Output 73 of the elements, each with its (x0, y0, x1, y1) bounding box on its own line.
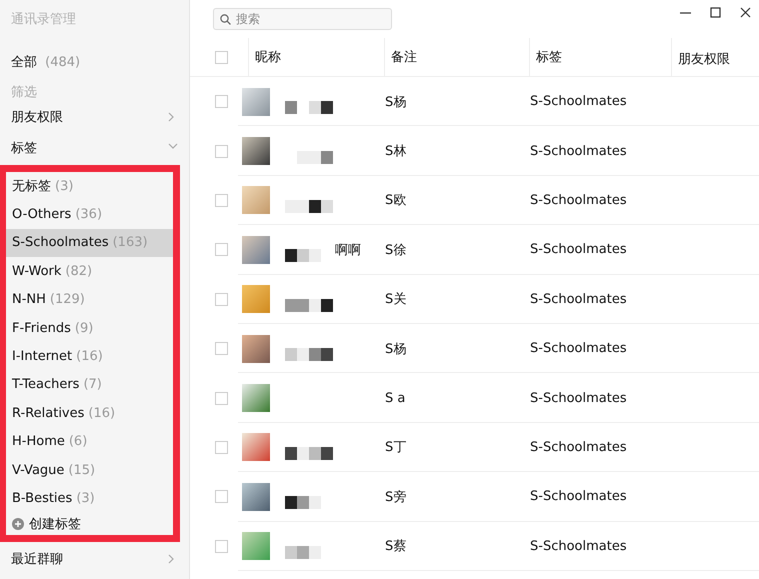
tag-text: S-Schoolmates (530, 192, 627, 208)
tag-text: S-Schoolmates (530, 489, 627, 504)
row-checkbox[interactable] (215, 540, 228, 553)
tag-text: S-Schoolmates (530, 144, 627, 159)
avatar-photo-placeholder (242, 186, 270, 214)
tag-item[interactable]: W-Work (82) (6, 257, 173, 286)
tag-item[interactable]: S-Schoolmates (163) (6, 228, 173, 258)
column-header[interactable]: 备注 (391, 48, 417, 66)
plus-circle-icon[interactable] (12, 518, 24, 530)
row-checkbox[interactable] (215, 144, 228, 158)
window-title: 通讯录管理 (10, 11, 77, 29)
row-checkbox[interactable] (215, 243, 228, 256)
remark-text: S丁 (385, 439, 406, 456)
remark-text: S杨 (385, 340, 406, 358)
avatar-photo-placeholder (242, 137, 270, 166)
remark-text: S蔡 (385, 538, 406, 556)
row-checkbox[interactable] (215, 440, 228, 454)
row-checkbox[interactable] (215, 342, 228, 356)
avatar-photo-placeholder (242, 384, 270, 412)
column-header[interactable]: 朋友权限 (678, 50, 730, 68)
tag-item[interactable]: F-Friends (9) (6, 314, 173, 342)
tag-item[interactable]: I-Internet (16) (6, 342, 173, 371)
row-checkbox[interactable] (215, 95, 228, 108)
remark-text: S徐 (385, 242, 406, 259)
search-field[interactable]: 搜索 (213, 8, 392, 30)
avatar-photo-placeholder (242, 88, 270, 116)
avatar-photo-placeholder (242, 482, 270, 511)
nickname-text: 啊啊 (335, 242, 361, 259)
search-icon (220, 14, 231, 24)
select-all-checkbox[interactable] (215, 50, 228, 64)
tag-item[interactable]: H-Home (6) (6, 428, 173, 456)
mosaic-blur (285, 348, 333, 362)
column-header[interactable]: 标签 (536, 48, 562, 66)
tag-text: S-Schoolmates (530, 440, 627, 455)
tag-item[interactable]: V-Vague (15) (6, 456, 173, 484)
row-checkbox[interactable] (215, 392, 228, 405)
tag-item[interactable]: T-Teachers (7) (6, 370, 173, 400)
remark-text: S a (385, 390, 406, 406)
section-label[interactable]: 标签 (11, 138, 37, 156)
avatar-photo-placeholder (242, 334, 270, 363)
tag-item[interactable]: O-Others (36) (6, 200, 173, 229)
mosaic-blur (285, 298, 333, 312)
avatar-photo-placeholder (242, 532, 270, 560)
avatar-photo-placeholder (242, 285, 270, 314)
avatar-photo-placeholder (242, 433, 270, 462)
tag-text: S-Schoolmates (530, 341, 627, 356)
row-checkbox[interactable] (215, 490, 228, 504)
mosaic-blur (285, 101, 333, 114)
tag-item[interactable]: 无标签 (3) (6, 172, 173, 200)
remark-text: S欧 (385, 192, 406, 210)
tag-item[interactable]: N-NH (129) (6, 286, 173, 314)
mosaic-blur (285, 446, 333, 460)
tag-item[interactable]: B-Besties (3) (6, 484, 173, 513)
tag-text: S-Schoolmates (530, 538, 627, 554)
remark-text: S旁 (385, 488, 406, 506)
remark-text: S关 (385, 291, 406, 308)
remark-text: S杨 (385, 94, 406, 111)
tag-text: S-Schoolmates (530, 390, 627, 406)
create-tag-link[interactable]: 创建标签 (29, 514, 81, 533)
column-header[interactable]: 昵称 (255, 48, 281, 66)
tag-text: S-Schoolmates (530, 292, 627, 307)
avatar-photo-placeholder (242, 236, 270, 264)
row-checkbox[interactable] (215, 194, 228, 207)
remark-text: S林 (385, 143, 406, 160)
filter-heading: 筛选 (10, 84, 38, 101)
section-label[interactable]: 最近群聊 (11, 550, 63, 568)
mosaic-blur (285, 200, 333, 213)
tag-text: S-Schoolmates (530, 242, 627, 258)
section-label[interactable]: 朋友权限 (11, 108, 63, 126)
tag-item[interactable]: R-Relatives (16) (6, 399, 173, 428)
tag-text: S-Schoolmates (530, 94, 627, 110)
all-contacts-item[interactable]: 全部 (484) (0, 46, 189, 77)
row-checkbox[interactable] (215, 292, 228, 306)
